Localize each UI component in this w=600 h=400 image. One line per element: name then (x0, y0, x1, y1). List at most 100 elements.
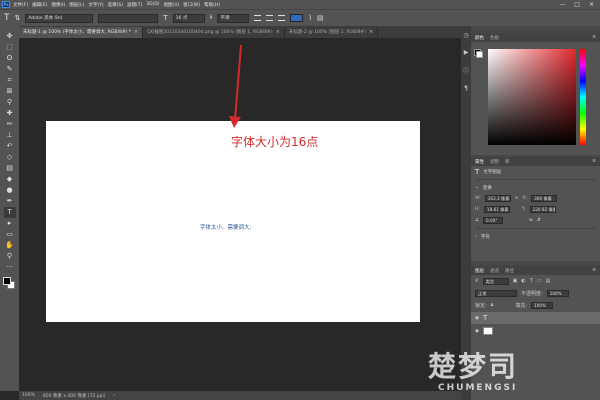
tab-swatches[interactable]: 色板 (490, 35, 499, 41)
character-panel-icon[interactable]: ▤ (317, 14, 324, 22)
close-button[interactable]: ✕ (589, 1, 594, 8)
flip-horizontal-icon[interactable]: ⇋ (529, 218, 533, 223)
transform-section-header[interactable]: ⌄ 变换 (471, 182, 600, 193)
menu-image[interactable]: 图像(I) (51, 2, 65, 8)
stamp-icon[interactable]: ⊥ (4, 130, 16, 141)
move-icon[interactable]: ✥ (4, 31, 16, 42)
text-orientation-icon[interactable]: ⇅ (15, 14, 21, 22)
font-family-select[interactable]: Adobe 黑体 Std (25, 13, 94, 23)
layer-filter-select[interactable]: 类型 (482, 277, 509, 285)
link-icon[interactable]: ∞ (515, 196, 519, 201)
paragraph-icon[interactable]: ¶ (464, 85, 468, 92)
more-icon[interactable]: ··· (4, 262, 16, 273)
tab-paths[interactable]: 路径 (505, 268, 514, 274)
menu-file[interactable]: 文件(F) (13, 2, 28, 8)
filter-shape-icon[interactable]: ▭ (537, 278, 542, 284)
warp-text-icon[interactable]: ⌇ (308, 14, 311, 22)
align-left-icon[interactable] (254, 15, 262, 21)
canvas-text-layer[interactable]: 字体太小、需要调大; (200, 223, 251, 231)
width-field[interactable]: 163.3 像素 (484, 195, 511, 202)
minimize-button[interactable]: — (559, 1, 565, 8)
type-icon[interactable]: T (3, 207, 16, 218)
tab-color[interactable]: 颜色 (475, 35, 484, 41)
tab-adjustments[interactable]: 调整 (490, 159, 499, 165)
maximize-button[interactable]: □ (574, 1, 580, 8)
blur-icon[interactable]: ◆ (4, 174, 16, 185)
tab-untitled-1[interactable]: 未标题-1 @ 100% (字体太小、需要调大, RGB/8#) * × (19, 27, 144, 38)
close-icon[interactable]: × (276, 27, 280, 38)
marquee-icon[interactable]: ⬚ (4, 42, 16, 53)
panel-menu-icon[interactable]: ≡ (592, 268, 596, 273)
eraser-icon[interactable]: ◇ (4, 152, 16, 163)
hand-icon[interactable]: ✋ (4, 240, 16, 251)
actions-icon[interactable]: ▶ (464, 49, 469, 56)
menu-layer[interactable]: 图层(L) (69, 2, 84, 8)
tab-channels[interactable]: 通道 (490, 268, 499, 274)
close-icon[interactable]: × (369, 27, 373, 38)
history-icon[interactable]: ◷ (463, 32, 468, 39)
pen-icon[interactable]: ✒ (4, 196, 16, 207)
tab-layers[interactable]: 图层 (475, 268, 484, 274)
healing-icon[interactable]: ✚ (4, 108, 16, 119)
saturation-brightness-field[interactable] (488, 49, 576, 145)
menu-window[interactable]: 窗口(W) (183, 2, 200, 8)
document-info[interactable]: 800 像素 x 400 像素 (72 ppi) (43, 393, 106, 399)
x-field[interactable]: 306 像素 (531, 195, 558, 202)
panel-menu-icon[interactable]: ≡ (592, 35, 596, 40)
menu-filter[interactable]: 滤镜(T) (127, 2, 142, 8)
menu-edit[interactable]: 编辑(E) (32, 2, 47, 8)
menu-help[interactable]: 帮助(H) (204, 2, 220, 8)
foreground-background-colors[interactable] (3, 277, 16, 290)
angle-field[interactable]: 0.00° (483, 217, 504, 224)
flip-vertical-icon[interactable]: ⇵ (537, 218, 541, 223)
y-field[interactable]: 220.92 像素 (529, 206, 556, 213)
brush-icon[interactable]: ✏ (4, 119, 16, 130)
document-canvas[interactable] (46, 121, 420, 322)
menu-3d[interactable]: 3D(D) (146, 2, 159, 7)
hue-slider[interactable] (580, 49, 586, 145)
foreground-color-icon[interactable] (3, 277, 11, 285)
blend-mode-select[interactable]: 正常 (475, 289, 517, 297)
foreground-color-swatch[interactable] (476, 51, 483, 58)
shape-icon[interactable]: ▭ (4, 229, 16, 240)
path-select-icon[interactable]: ▸ (4, 218, 16, 229)
frame-icon[interactable]: ⊠ (4, 86, 16, 97)
height-field[interactable]: 18.61 像素 (483, 206, 510, 213)
menu-type[interactable]: 文字(Y) (88, 2, 103, 8)
dodge-icon[interactable]: ● (4, 185, 16, 196)
eye-icon[interactable]: ◉ (475, 316, 479, 321)
tab-screenshot[interactable]: QQ截图20210330100404.png @ 100% (图层 1, RGB… (143, 27, 285, 38)
character-section-header[interactable]: › 字符 (471, 231, 600, 242)
history-brush-icon[interactable]: ↶ (4, 141, 16, 152)
align-center-icon[interactable] (266, 15, 274, 21)
tab-untitled-2[interactable]: 未标题-2 @ 100% (图层 1, RGB/8#) × (285, 27, 379, 38)
menu-select[interactable]: 选择(S) (108, 2, 123, 8)
opacity-field[interactable]: 100% (546, 289, 569, 297)
type-tool-icon[interactable]: T (4, 13, 10, 23)
info-icon[interactable]: ⓘ (463, 66, 469, 75)
panel-menu-icon[interactable]: ≡ (592, 159, 596, 164)
quick-select-icon[interactable]: ✎ (4, 64, 16, 75)
close-icon[interactable]: × (134, 27, 138, 38)
tab-properties[interactable]: 属性 (475, 159, 484, 165)
lock-icon[interactable]: 🔒︎ (491, 302, 494, 308)
filter-smart-icon[interactable]: ▤ (546, 278, 551, 284)
filter-adjustment-icon[interactable]: ◐ (521, 278, 525, 284)
gradient-icon[interactable]: ▤ (4, 163, 16, 174)
menu-view[interactable]: 视图(V) (164, 2, 180, 8)
zoom-icon[interactable]: ⚲ (4, 251, 16, 262)
font-style-select[interactable] (98, 13, 159, 23)
antialias-select[interactable]: 平滑 (217, 13, 250, 23)
layer-row[interactable]: ◉ (471, 325, 600, 337)
filter-type-icon[interactable]: T (530, 278, 533, 284)
lasso-icon[interactable]: ʘ (4, 53, 16, 64)
text-color-swatch[interactable] (290, 14, 304, 22)
filter-pixel-icon[interactable]: ▣ (513, 278, 518, 284)
tab-libraries[interactable]: 库 (505, 159, 510, 165)
align-right-icon[interactable] (278, 15, 286, 21)
fill-field[interactable]: 100% (531, 301, 554, 309)
eye-icon[interactable]: ◉ (475, 329, 479, 334)
chevron-right-icon[interactable]: › (114, 393, 116, 398)
font-size-select[interactable]: 16 点 (172, 13, 205, 23)
crop-icon[interactable]: ⌗ (4, 75, 16, 86)
